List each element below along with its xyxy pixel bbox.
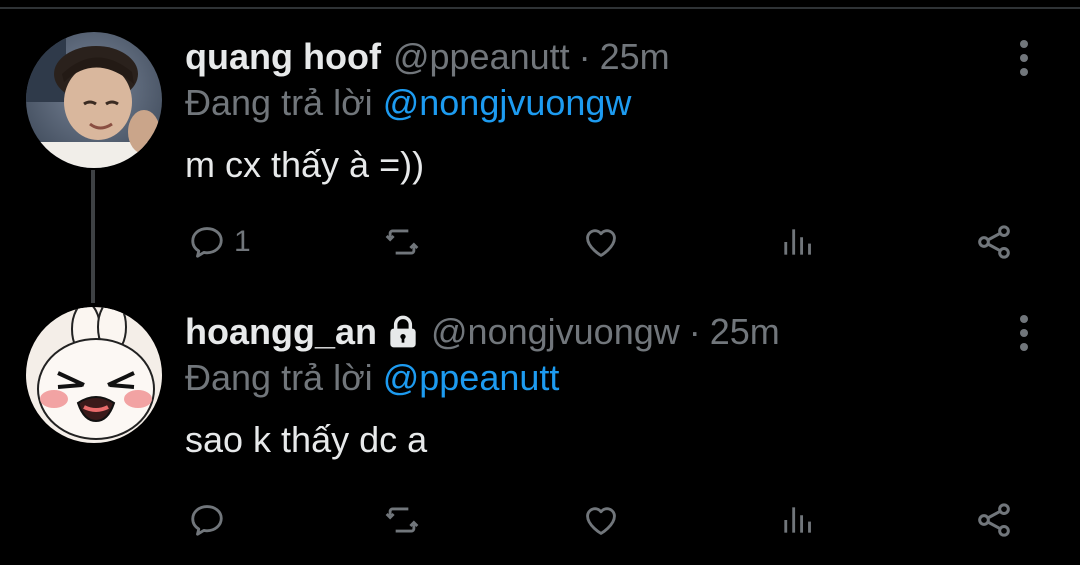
top-divider xyxy=(0,0,1080,9)
tweet-text: sao k thấy dc a xyxy=(185,419,428,460)
share-button[interactable] xyxy=(974,496,1014,544)
avatar-hoangg-an[interactable] xyxy=(26,307,162,443)
replying-to-mention[interactable]: @ppeanutt xyxy=(383,357,560,398)
tweet-text: m cx thấy à =)) xyxy=(185,144,425,185)
reply-count: 1 xyxy=(234,225,251,258)
separator-dot: · xyxy=(688,311,701,352)
like-button[interactable] xyxy=(581,218,629,266)
reply-button[interactable] xyxy=(188,496,234,544)
replying-prefix: Đang trả lời xyxy=(185,82,373,123)
like-icon xyxy=(586,229,616,257)
share-icon xyxy=(978,225,1010,259)
share-button[interactable] xyxy=(974,218,1014,266)
replying-to-line: Đang trả lời @nongjvuongw xyxy=(185,82,631,124)
reply-icon xyxy=(191,227,223,258)
replying-to-line: Đang trả lời @ppeanutt xyxy=(185,357,559,399)
display-name[interactable]: quang hoof xyxy=(185,36,381,78)
user-handle[interactable]: @nongjvuongw xyxy=(431,311,680,353)
user-handle[interactable]: @ppeanutt xyxy=(393,36,570,78)
retweet-button[interactable] xyxy=(382,496,430,544)
replying-prefix: Đang trả lời xyxy=(185,357,373,398)
lock-icon xyxy=(390,315,416,348)
display-name[interactable]: hoangg_an xyxy=(185,311,377,353)
more-options-icon[interactable] xyxy=(1009,38,1039,78)
views-icon xyxy=(784,229,811,255)
retweet-icon xyxy=(385,507,419,533)
like-button[interactable] xyxy=(581,496,629,544)
retweet-button[interactable] xyxy=(382,218,430,266)
share-icon xyxy=(978,503,1010,537)
timestamp[interactable]: 25m xyxy=(710,311,780,353)
views-icon xyxy=(784,507,811,533)
reply-icon xyxy=(191,505,223,536)
timestamp[interactable]: 25m xyxy=(600,36,670,78)
reply-button[interactable]: 1 xyxy=(188,218,251,266)
more-options-icon[interactable] xyxy=(1009,313,1039,353)
retweet-icon xyxy=(385,229,419,255)
tweet-header: hoangg_an @nongjvuongw · 25m xyxy=(185,309,780,355)
user-photo-avatar-icon xyxy=(26,32,162,168)
separator-dot: · xyxy=(578,36,591,77)
avatar-quang-hoof[interactable] xyxy=(26,32,162,168)
tweet-header: quang hoof @ppeanutt · 25m xyxy=(185,34,670,80)
like-icon xyxy=(586,507,616,535)
tweet-actions xyxy=(0,496,1080,544)
views-button[interactable] xyxy=(778,496,824,544)
tweet-actions: 1 xyxy=(0,218,1080,266)
replying-to-mention[interactable]: @nongjvuongw xyxy=(383,82,632,123)
views-button[interactable] xyxy=(778,218,824,266)
cartoon-bunny-avatar-icon xyxy=(26,307,162,443)
